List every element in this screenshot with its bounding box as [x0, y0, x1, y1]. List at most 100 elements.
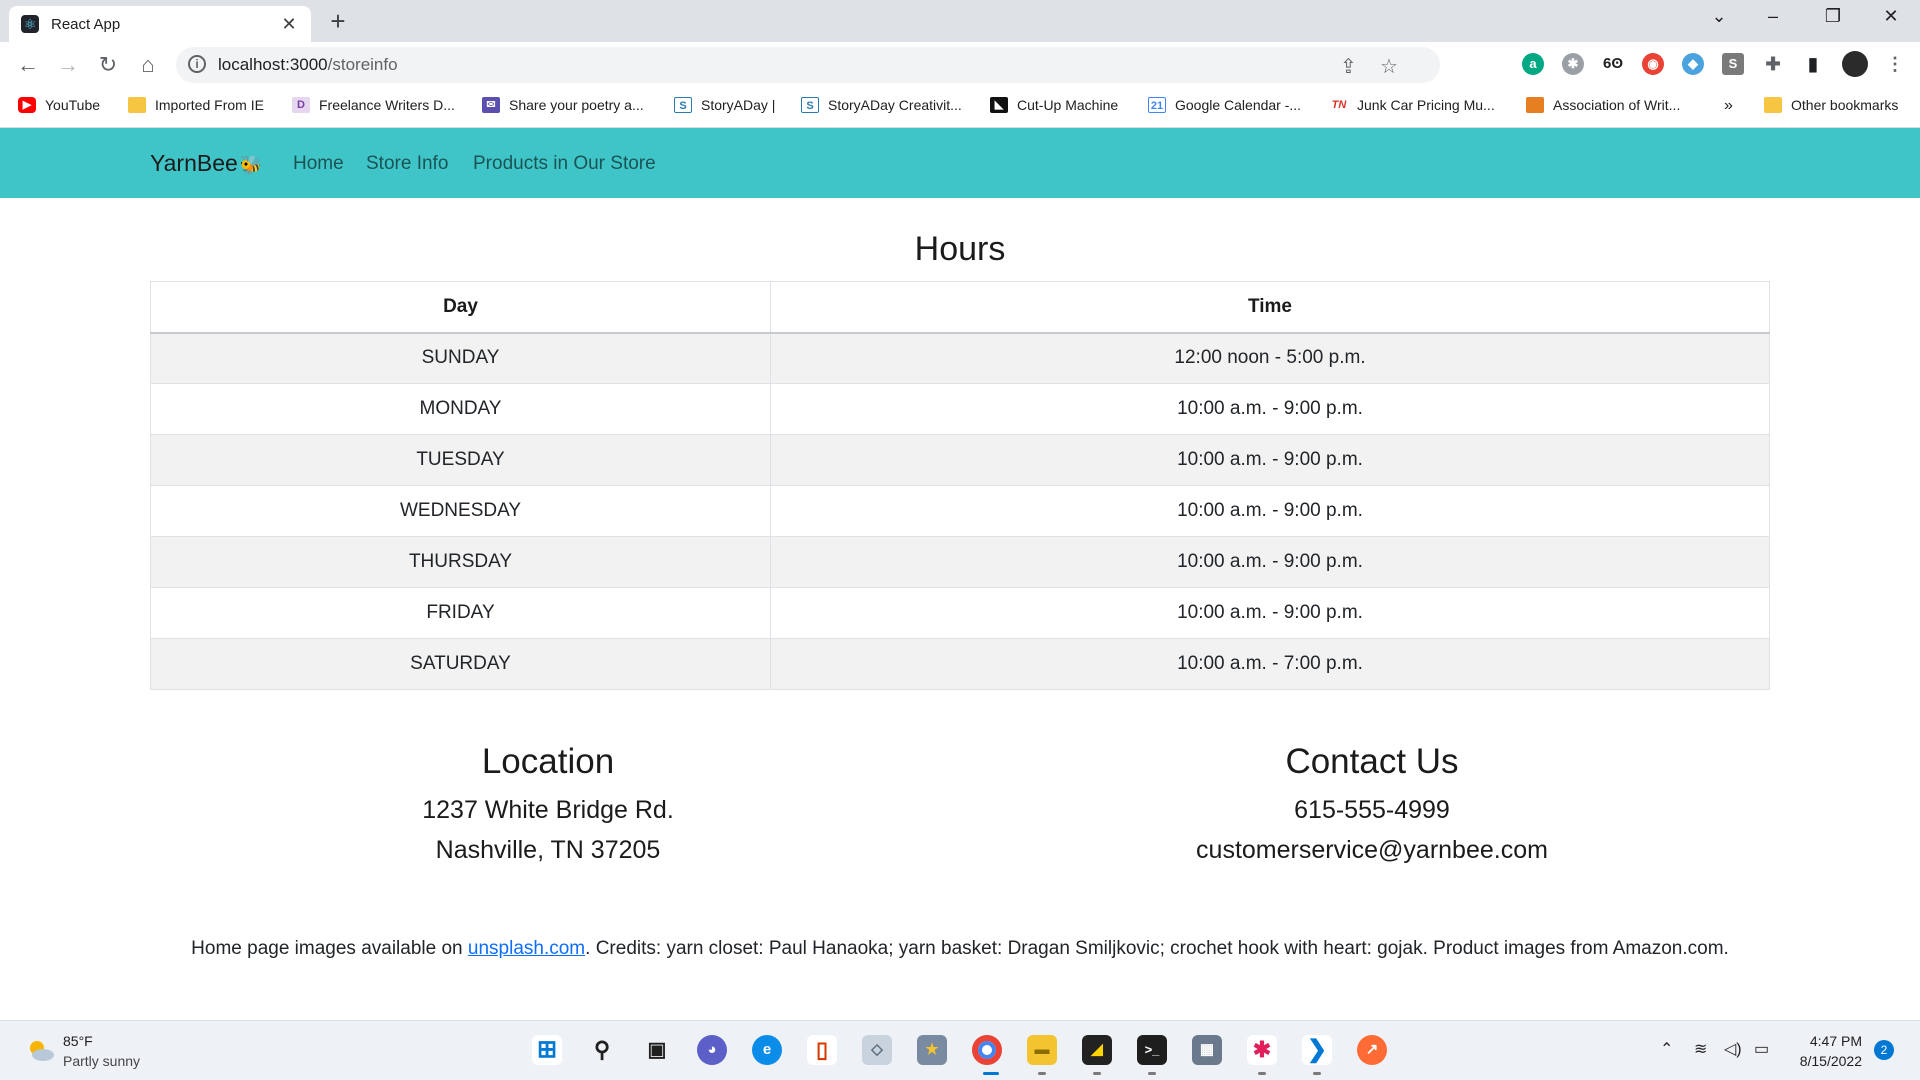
sticky-notes-icon[interactable]: ◢ [1082, 1035, 1112, 1065]
d-icon: D [292, 97, 310, 113]
time-cell: 10:00 a.m. - 9:00 p.m. [770, 485, 1770, 537]
bookmark-imported-from-ie[interactable]: Imported From IE [128, 97, 264, 113]
running-app-indicator [1258, 1072, 1266, 1075]
bookmark-label: StoryADay Creativit... [828, 97, 962, 113]
teams-chat-icon[interactable]: ◕ [697, 1035, 727, 1065]
postman-icon[interactable]: ↗ [1357, 1035, 1387, 1065]
app-navbar: YarnBee 🐝 Home Store Info Products in Our… [0, 128, 1920, 198]
bug-icon[interactable]: ✱ [1562, 53, 1584, 75]
slack-icon[interactable]: ✱ [1247, 1035, 1277, 1065]
storyaday-icon: S [801, 97, 819, 113]
bookmark-cutup-machine[interactable]: ◣ Cut-Up Machine [990, 97, 1118, 113]
restore-icon[interactable]: ❐ [1818, 6, 1848, 27]
close-icon[interactable]: ✕ [279, 14, 299, 35]
url-path: /storeinfo [327, 55, 398, 74]
nav-link-home[interactable]: Home [293, 153, 344, 175]
folder-icon [128, 97, 146, 113]
bookmark-google-calendar[interactable]: 21 Google Calendar -... [1148, 97, 1301, 113]
day-cell: FRIDAY [150, 587, 771, 639]
contact-section: Contact Us 615-555-4999 customerservice@… [1072, 742, 1672, 870]
unsplash-link[interactable]: unsplash.com [468, 938, 585, 959]
calendar-icon: 21 [1148, 97, 1166, 113]
reload-icon[interactable]: ↻ [94, 52, 122, 78]
table-row: FRIDAY 10:00 a.m. - 9:00 p.m. [150, 587, 1770, 639]
url-text[interactable]: localhost:3000/storeinfo [218, 55, 398, 75]
bookmark-label: Junk Car Pricing Mu... [1357, 97, 1495, 113]
bookmark-junk-car-pricing[interactable]: TN Junk Car Pricing Mu... [1330, 97, 1495, 113]
system-clock[interactable]: 4:47 PM 8/15/2022 [1776, 1031, 1862, 1071]
table-row: THURSDAY 10:00 a.m. - 9:00 p.m. [150, 536, 1770, 588]
back-icon[interactable]: ← [14, 52, 42, 78]
glasses-icon[interactable]: 6ʘ [1602, 53, 1624, 75]
menu-icon[interactable]: ⋮ [1884, 53, 1906, 75]
running-app-indicator [1313, 1072, 1321, 1075]
bookmark-label: StoryADay | [701, 97, 776, 113]
url-host: localhost:3000 [218, 55, 328, 74]
vscode-icon[interactable]: ❯ [1302, 1035, 1332, 1065]
bookmarks-overflow-button[interactable]: » [1724, 97, 1733, 115]
credits-suffix: . Credits: yarn closet: Paul Hanaoka; ya… [585, 938, 1729, 959]
doc-icon [1526, 97, 1544, 113]
weather-description[interactable]: Partly sunny [63, 1053, 140, 1069]
edge-icon[interactable]: e [752, 1035, 782, 1065]
grammarly-icon[interactable]: a [1522, 53, 1544, 75]
sidepanel-icon[interactable]: ▮ [1802, 53, 1824, 75]
task-view-icon[interactable]: ▣ [642, 1035, 672, 1065]
office-icon[interactable]: ▯ [807, 1035, 837, 1065]
avatar[interactable] [1842, 51, 1868, 77]
s-extension-icon[interactable]: S [1722, 53, 1744, 75]
puzzle-icon[interactable]: ✚ [1762, 53, 1784, 75]
info-icon[interactable]: i [188, 55, 206, 73]
bookmarks-bar: ▶ YouTube Imported From IE D Freelance Wri… [0, 88, 1920, 128]
calculator-icon[interactable]: ▦ [1192, 1035, 1222, 1065]
new-tab-button[interactable]: + [326, 8, 350, 34]
chevron-up-icon[interactable]: ⌃ [1660, 1039, 1673, 1059]
bookmark-storyaday-creativity[interactable]: S StoryADay Creativit... [801, 97, 962, 113]
volume-icon[interactable]: ◁) [1724, 1039, 1742, 1059]
credits-prefix: Home page images available on [191, 938, 468, 959]
chevron-down-icon[interactable]: ⌄ [1704, 6, 1734, 27]
file-explorer-icon[interactable]: ▬ [1027, 1035, 1057, 1065]
forward-icon[interactable]: → [54, 52, 82, 78]
battery-icon[interactable]: ▭ [1754, 1039, 1769, 1059]
brand-link[interactable]: YarnBee 🐝 [150, 150, 262, 177]
weather-temperature[interactable]: 85°F [63, 1033, 93, 1049]
clock-time: 4:47 PM [1809, 1033, 1862, 1049]
bookmark-storyaday[interactable]: S StoryADay | [674, 97, 775, 113]
bookmark-freelance-writers[interactable]: D Freelance Writers D... [292, 97, 455, 113]
column-header-day: Day [150, 281, 771, 333]
hours-heading: Hours [914, 230, 1006, 268]
minimize-icon[interactable]: – [1758, 6, 1788, 27]
day-cell: TUESDAY [150, 434, 771, 486]
search-icon[interactable]: ⚲ [587, 1035, 617, 1065]
window-close-icon[interactable]: ✕ [1876, 6, 1906, 27]
bookmark-share-poetry[interactable]: ✉ Share your poetry a... [482, 97, 644, 113]
windows-start-icon[interactable]: ⊞ [532, 1035, 562, 1065]
star-icon[interactable]: ☆ [1380, 54, 1398, 79]
chrome-icon[interactable] [972, 1035, 1002, 1065]
bookmark-other-bookmarks[interactable]: Other bookmarks [1764, 97, 1898, 113]
bookmark-label: YouTube [45, 97, 101, 113]
bookmark-youtube[interactable]: ▶ YouTube [18, 97, 100, 113]
windows-taskbar: 85°F Partly sunny ⊞ ⚲ ▣ ◕ e ▯ ◇ ★ ▬ ◢ >_… [0, 1020, 1920, 1080]
browser-tab[interactable]: ⚛ React App ✕ [9, 6, 311, 42]
wifi-icon[interactable]: ≋ [1694, 1039, 1707, 1059]
glass-app-icon[interactable]: ◇ [862, 1035, 892, 1065]
terminal-icon[interactable]: >_ [1137, 1035, 1167, 1065]
hours-table: Day Time SUNDAY 12:00 noon - 5:00 p.m. MO… [150, 281, 1770, 690]
nav-link-store-info[interactable]: Store Info [366, 153, 448, 175]
medal-app-icon[interactable]: ★ [917, 1035, 947, 1065]
address-bar[interactable]: i localhost:3000/storeinfo ⇪ ☆ [176, 47, 1440, 83]
owl-icon[interactable]: ◉ [1642, 53, 1664, 75]
notification-badge[interactable]: 2 [1874, 1040, 1894, 1060]
diamond-icon[interactable]: ◆ [1682, 53, 1704, 75]
partly-sunny-icon[interactable] [26, 1037, 56, 1063]
poetry-icon: ✉ [482, 97, 500, 113]
nav-link-products[interactable]: Products in Our Store [473, 153, 656, 175]
column-header-time: Time [770, 281, 1770, 333]
running-app-indicator [1148, 1072, 1156, 1075]
home-icon[interactable]: ⌂ [134, 52, 162, 78]
bookmark-association-of-writers[interactable]: Association of Writ... [1526, 97, 1680, 113]
share-icon[interactable]: ⇪ [1340, 54, 1357, 79]
address-line-1: 1237 White Bridge Rd. [422, 796, 674, 824]
